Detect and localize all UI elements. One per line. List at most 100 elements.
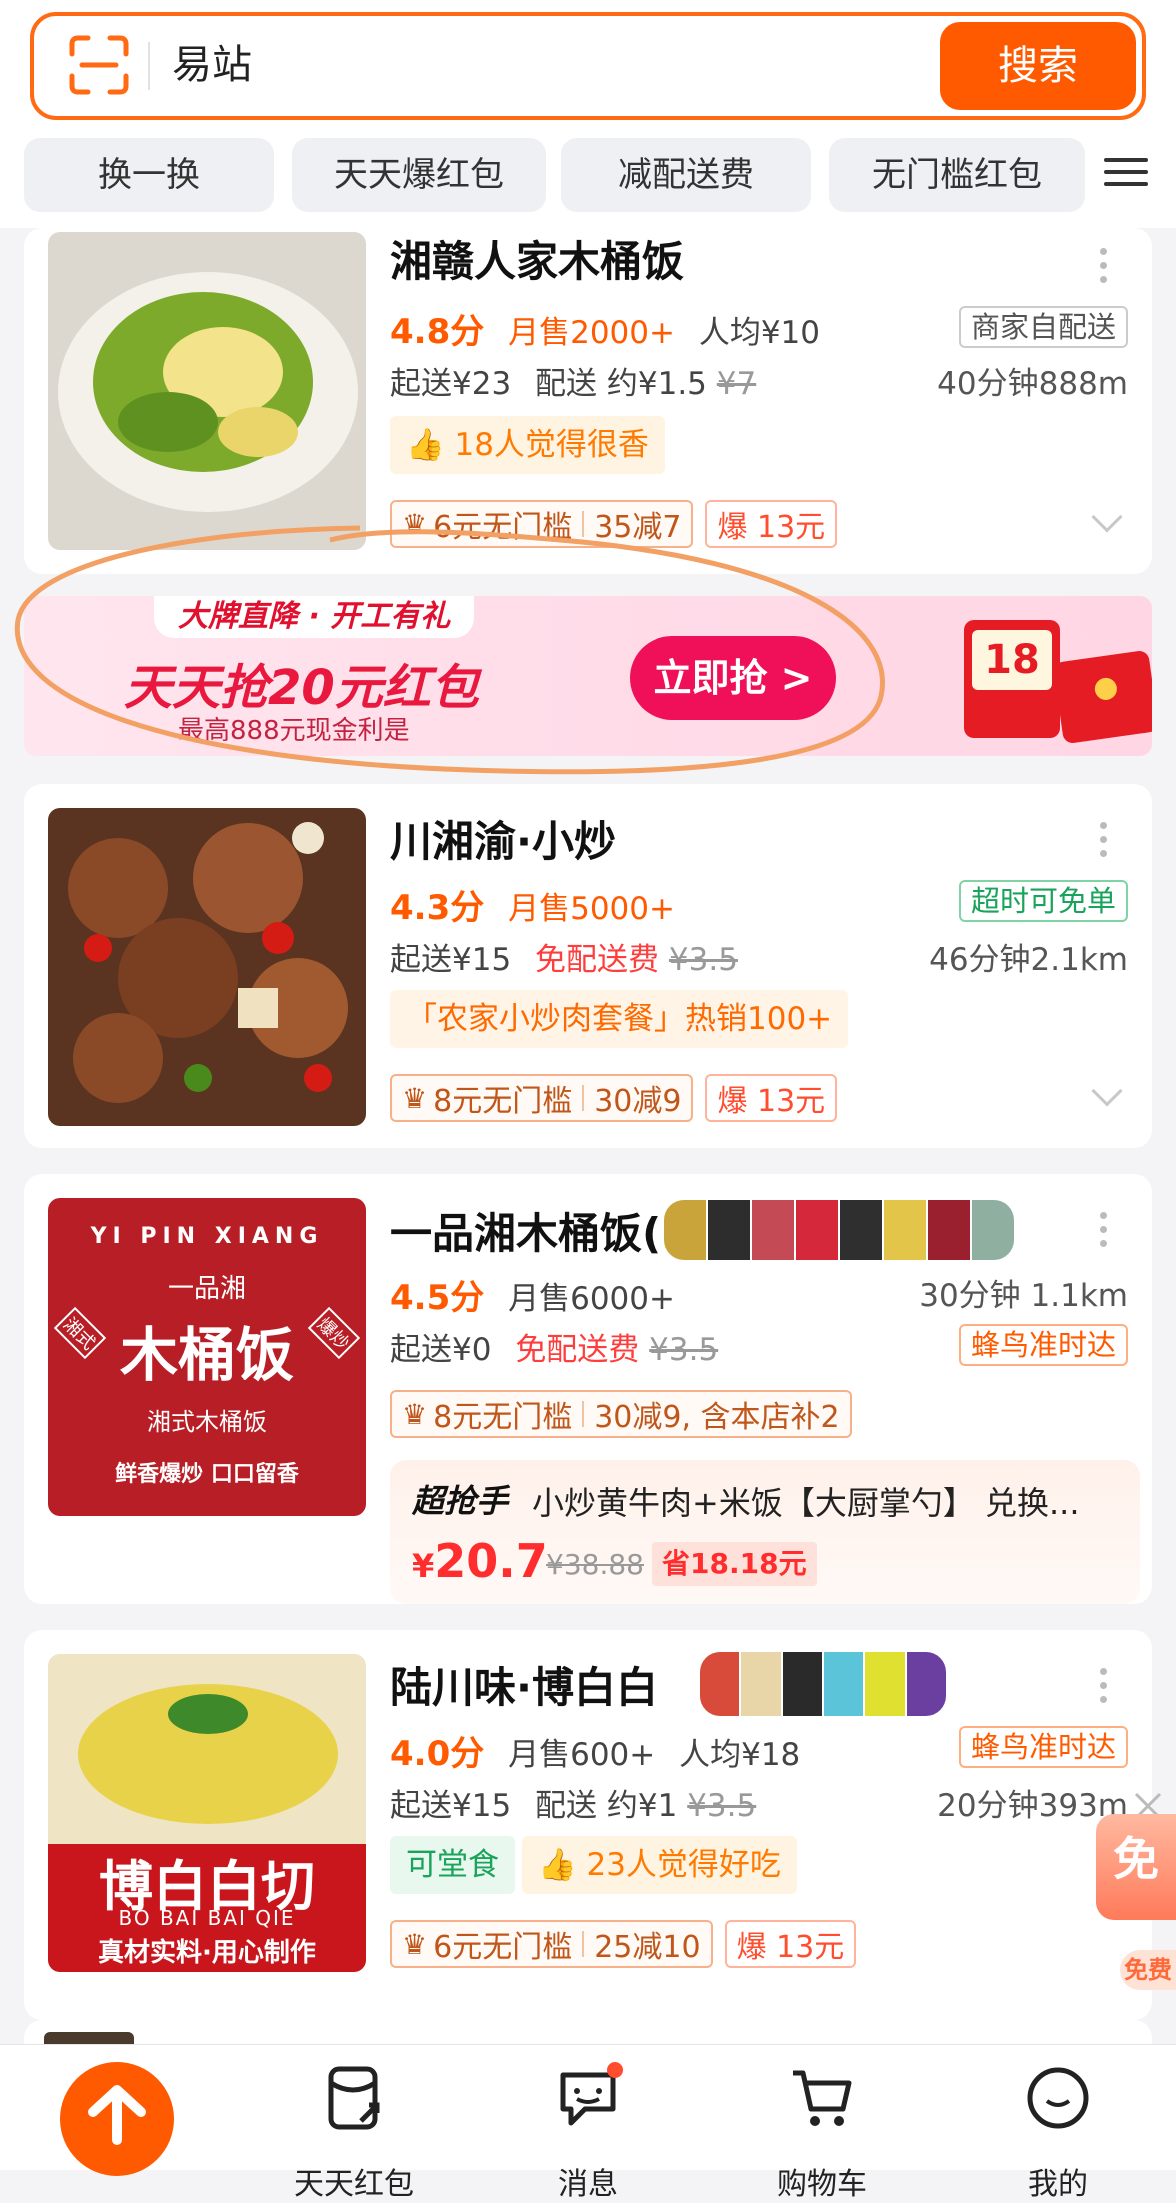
menu-icon[interactable] <box>1104 150 1148 200</box>
store-card-4[interactable]: 博白白切 BO BAI BAI QIE 真材实料·用心制作 陆川味·博白白 4.… <box>24 1630 1152 2020</box>
search-button[interactable]: 搜索 <box>940 22 1136 110</box>
discount-label: 25减10 <box>594 1930 701 1965</box>
store-delivery-info: 起送¥15 配送 约¥1 ¥3.5 <box>390 1780 756 1825</box>
promo-row[interactable]: ♛ 8元无门槛 30减9 爆 13元 <box>390 1074 838 1122</box>
cart-icon <box>793 2070 852 2126</box>
store-card-1[interactable]: 湘赣人家木桶饭 4.8分 月售2000+ 人均¥10 商家自配送 起送¥23 配… <box>24 228 1152 574</box>
redpacket-icon <box>328 2066 380 2130</box>
more-icon[interactable] <box>1100 822 1108 864</box>
store-metrics: 4.5分 月售6000+ <box>390 1270 675 1319</box>
highlight-text: 23人觉得好吃 <box>586 1847 781 1883</box>
highlight-pill: 「农家小炒肉套餐」热销100+ <box>390 990 849 1048</box>
free-meal-float[interactable]: 免 <box>1096 1814 1176 1920</box>
header: 易站 搜索 换一换 天天爆红包 减配送费 无门槛红包 <box>0 0 1176 228</box>
image-subtitle: 湘式木桶饭 <box>147 1408 267 1436</box>
delivery-fee-old: ¥7 <box>716 366 757 402</box>
dine-in-pill: 可堂食 <box>390 1836 515 1894</box>
store-sales: 月售2000+ <box>508 315 675 351</box>
crown-icon: ♛ <box>402 1927 428 1961</box>
store-delivery-info: 起送¥15 免配送费 ¥3.5 <box>390 934 738 979</box>
hot-deal-text: 小炒黄牛肉+米饭【大厨掌勺】 兑换... <box>532 1484 1080 1522</box>
crown-icon: ♛ <box>402 507 428 541</box>
store-metrics: 4.0分 月售600+ 人均¥18 <box>390 1726 800 1775</box>
chip-daily-redpacket[interactable]: 天天爆红包 <box>292 138 546 212</box>
store-name: 陆川味·博白白 <box>390 1663 658 1712</box>
chip-refresh[interactable]: 换一换 <box>24 138 274 212</box>
coupon-box[interactable]: ♛ 8元无门槛 30减9, 含本店补2 <box>390 1390 852 1438</box>
coupon-box[interactable]: ♛ 6元无门槛 25减10 <box>390 1920 713 1968</box>
store-score: 4.5分 <box>390 1278 485 1318</box>
coupon-label: 6元无门槛 <box>433 1930 573 1965</box>
time-distance: 40分钟888m <box>937 366 1128 402</box>
tab-label: 我的 <box>1028 2167 1088 2202</box>
delivery-fee: 配送 约¥1 <box>535 1788 678 1824</box>
store-sales: 月售6000+ <box>508 1281 675 1317</box>
delivery-fee-old: ¥3.5 <box>687 1788 757 1824</box>
thumbs-up-icon: 👍 <box>406 427 445 463</box>
promo-banner[interactable]: 大牌直降 · 开工有礼 天天抢20元红包 最高888元现金利是 立即抢 > 18 <box>24 596 1152 756</box>
tab-mine[interactable]: 我的 <box>988 2063 1128 2202</box>
overtime-free-tag: 超时可免单 <box>958 880 1128 922</box>
min-order: 起送¥15 <box>390 942 512 978</box>
ontime-tag: 蜂鸟准时达 <box>958 1324 1128 1366</box>
delivery-tag: 商家自配送 <box>958 306 1128 348</box>
bao-badge[interactable]: 爆 13元 <box>724 1920 857 1968</box>
delivery-fee-old: ¥3.5 <box>649 1332 719 1368</box>
store-delivery-info: 起送¥23 配送 约¥1.5 ¥7 <box>390 358 756 403</box>
image-slogan: 真材实料·用心制作 <box>98 1938 316 1968</box>
bottom-tabbar: 天天红包 消息 购物车 我的 <box>0 2044 1176 2202</box>
scan-icon[interactable] <box>68 34 130 96</box>
search-input[interactable]: 易站 <box>172 34 252 96</box>
more-icon[interactable] <box>1100 248 1108 290</box>
ontime-tag: 蜂鸟准时达 <box>958 1726 1128 1768</box>
tab-daily-redpacket[interactable]: 天天红包 <box>284 2063 424 2202</box>
hot-deal-logo: 超抢手 <box>412 1482 509 1520</box>
promo-row[interactable]: ♛ 6元无门槛 35减7 爆 13元 <box>390 500 838 548</box>
store-card-2[interactable]: 川湘渝·小炒 4.3分 月售5000+ 超时可免单 起送¥15 免配送费 ¥3.… <box>24 784 1152 1148</box>
time-distance: 46分钟2.1km <box>929 942 1128 978</box>
store-metrics: 4.8分 月售2000+ 人均¥10 <box>390 304 820 353</box>
hot-deal-box[interactable]: 超抢手 小炒黄牛肉+米饭【大厨掌勺】 兑换... ¥20.7 ¥38.88 省1… <box>390 1460 1140 1604</box>
tab-messages[interactable]: 消息 <box>518 2063 658 2202</box>
store-image: YI PIN XIANG 一品湘 木桶饭 湘式 爆炒 湘式木桶饭 鲜香爆炒 口口… <box>48 1198 366 1516</box>
promo-row[interactable]: ♛ 8元无门槛 30减9, 含本店补2 <box>390 1390 852 1438</box>
free-mini-badge[interactable]: 免费 <box>1120 1950 1176 1990</box>
search-bar[interactable]: 易站 搜索 <box>30 12 1146 120</box>
grab-now-button[interactable]: 立即抢 > <box>630 636 836 720</box>
price-value: 20.7 <box>434 1534 548 1588</box>
hot-deal-price: ¥20.7 <box>412 1534 548 1588</box>
profile-icon <box>1027 2067 1089 2129</box>
store-sales: 月售5000+ <box>508 891 675 927</box>
tab-label: 购物车 <box>777 2167 867 2202</box>
highlight-pill: 👍 23人觉得好吃 <box>522 1836 797 1894</box>
chip-reduce-delivery[interactable]: 减配送费 <box>561 138 811 212</box>
coupon-box[interactable]: ♛ 8元无门槛 30减9 <box>390 1074 694 1122</box>
more-icon[interactable] <box>1100 1212 1108 1254</box>
hot-deal-old-price: ¥38.88 <box>546 1548 644 1581</box>
chevron-down-icon[interactable] <box>1091 1075 1123 1107</box>
chip-no-threshold[interactable]: 无门槛红包 <box>829 138 1085 212</box>
chevron-down-icon[interactable] <box>1091 501 1123 533</box>
bao-badge[interactable]: 爆 13元 <box>705 500 838 548</box>
tab-cart[interactable]: 购物车 <box>752 2063 892 2202</box>
coupon-label: 8元无门槛 <box>433 1400 573 1435</box>
promo-row[interactable]: ♛ 6元无门槛 25减10 爆 13元 <box>390 1920 857 1968</box>
filter-chips: 换一换 天天爆红包 减配送费 无门槛红包 <box>24 138 1134 212</box>
crown-icon: ♛ <box>402 1397 428 1431</box>
currency-symbol: ¥ <box>412 1547 435 1585</box>
discount-label: 30减9 <box>594 1084 682 1119</box>
store-image: 博白白切 BO BAI BAI QIE 真材实料·用心制作 <box>48 1654 366 1972</box>
notification-dot <box>607 2062 623 2078</box>
thumbs-up-icon: 👍 <box>538 1847 577 1883</box>
delivery-fee: 配送 约¥1.5 <box>535 366 707 402</box>
store-image <box>48 808 366 1126</box>
store-avg-price: 人均¥10 <box>698 315 820 351</box>
store-image <box>48 232 366 550</box>
bao-badge[interactable]: 爆 13元 <box>705 1074 838 1122</box>
discount-label: 35减7 <box>594 510 682 545</box>
store-metrics: 4.3分 月售5000+ <box>390 880 675 929</box>
coupon-box[interactable]: ♛ 6元无门槛 35减7 <box>390 500 694 548</box>
store-sales: 月售600+ <box>508 1737 656 1773</box>
more-icon[interactable] <box>1100 1668 1108 1710</box>
home-button[interactable] <box>60 2062 174 2176</box>
